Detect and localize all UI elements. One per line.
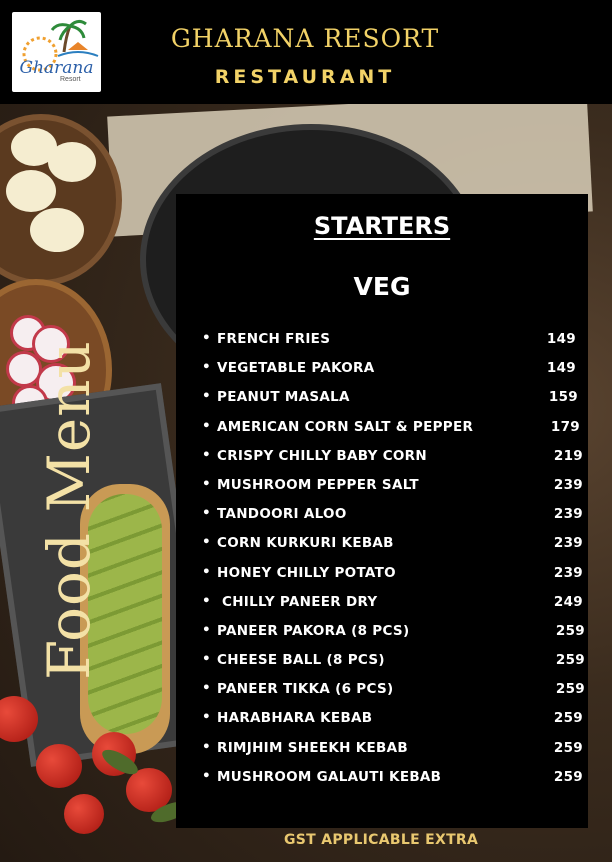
item-name: RIMJHIM SHEEKH KEBAB xyxy=(217,739,408,756)
logo-subtext: Resort xyxy=(60,76,81,83)
egg-bowl xyxy=(0,114,122,286)
palm-sun-logo-icon xyxy=(22,19,99,72)
item-name: PEANUT MASALA xyxy=(217,389,350,406)
egg xyxy=(30,208,84,252)
item-price: 239 xyxy=(553,564,583,581)
bullet-icon: • xyxy=(202,505,211,522)
item-name: HONEY CHILLY POTATO xyxy=(217,564,396,581)
menu-item: • CHEESE BALL (8 PCS) 259 xyxy=(176,650,588,679)
item-name: VEGETABLE PAKORA xyxy=(217,360,375,377)
item-price: 219 xyxy=(553,447,583,464)
item-price: 259 xyxy=(553,739,583,756)
menu-item: • MUSHROOM GALAUTI KEBAB 259 xyxy=(176,767,588,796)
food-menu-side-title: Food Menu xyxy=(35,340,103,680)
category-heading: VEG xyxy=(353,272,411,301)
bullet-icon: • xyxy=(202,563,211,580)
section-heading-text: STARTERS xyxy=(313,212,451,240)
bullet-icon: • xyxy=(202,709,211,726)
item-name: TANDOORI ALOO xyxy=(217,506,347,523)
bullet-icon: • xyxy=(202,592,211,609)
item-price: 149 xyxy=(546,360,576,377)
item-name: FRENCH FRIES xyxy=(217,331,331,347)
item-name: CORN KURKURI KEBAB xyxy=(217,535,394,552)
logo-wordmark: Gharana xyxy=(19,58,94,78)
item-name: CHEESE BALL (8 PCS) xyxy=(217,652,385,669)
item-name: HARABHARA KEBAB xyxy=(217,710,373,727)
item-name: MUSHROOM PEPPER SALT xyxy=(217,476,419,493)
bullet-icon: • xyxy=(202,359,211,376)
item-name: MUSHROOM GALAUTI KEBAB xyxy=(217,768,442,785)
menu-item: • VEGETABLE PAKORA 149 xyxy=(176,358,588,387)
menu-item: • HARABHARA KEBAB 259 xyxy=(176,708,588,737)
bullet-icon: • xyxy=(202,330,211,346)
item-name: AMERICAN CORN SALT & PEPPER xyxy=(217,418,474,435)
item-price: 259 xyxy=(555,622,585,639)
item-name: PANEER PAKORA (8 PCS) xyxy=(217,622,410,639)
section-heading: STARTERS xyxy=(176,212,588,240)
bullet-icon: • xyxy=(202,446,211,463)
item-price: 239 xyxy=(553,476,583,493)
resort-logo: Gharana Resort xyxy=(12,12,101,92)
item-name: PANEER TIKKA (6 PCS) xyxy=(217,681,394,698)
item-price: 259 xyxy=(555,681,585,698)
bullet-icon: • xyxy=(202,767,211,784)
header-bar: Gharana Resort GHARANA RESORT RESTAURANT xyxy=(0,0,612,104)
menu-item: • CORN KURKURI KEBAB 239 xyxy=(176,533,588,562)
bullet-icon: • xyxy=(202,475,211,492)
menu-item: • CRISPY CHILLY BABY CORN 219 xyxy=(176,446,588,475)
menu-item: • PANEER TIKKA (6 PCS) 259 xyxy=(176,679,588,708)
menu-item: • PANEER PAKORA (8 PCS) 259 xyxy=(176,621,588,650)
item-price: 179 xyxy=(550,418,580,435)
cherry-tomato xyxy=(64,794,104,834)
item-price: 259 xyxy=(553,768,583,785)
bullet-icon: • xyxy=(202,417,211,434)
cherry-tomato xyxy=(36,744,82,788)
egg xyxy=(6,170,56,212)
item-price: 249 xyxy=(553,593,583,610)
menu-item: • RIMJHIM SHEEKH KEBAB 259 xyxy=(176,738,588,767)
bullet-icon: • xyxy=(202,534,211,551)
item-price: 259 xyxy=(553,710,583,727)
menu-item: • AMERICAN CORN SALT & PEPPER 179 xyxy=(176,417,588,446)
item-name: CRISPY CHILLY BABY CORN xyxy=(217,447,427,464)
gst-note: GST APPLICABLE EXTRA xyxy=(284,832,479,848)
menu-item-list: • FRENCH FRIES 149 • VEGETABLE PAKORA 149 • P… xyxy=(176,329,588,796)
bullet-icon: • xyxy=(202,738,211,755)
bullet-icon: • xyxy=(202,621,211,638)
menu-item: • MUSHROOM PEPPER SALT 239 xyxy=(176,475,588,504)
bullet-icon: • xyxy=(202,651,211,668)
item-price: 259 xyxy=(555,652,585,669)
item-price: 239 xyxy=(553,506,583,523)
menu-item: • CHILLY PANEER DRY 249 xyxy=(176,592,588,621)
menu-panel: STARTERS VEG • FRENCH FRIES 149 • VEGETABLE… xyxy=(176,194,588,828)
menu-item: • HONEY CHILLY POTATO 239 xyxy=(176,563,588,592)
item-price: 159 xyxy=(548,389,578,406)
menu-item: • FRENCH FRIES 149 xyxy=(176,329,588,358)
resort-title: GHARANA RESORT xyxy=(170,24,440,53)
bullet-icon: • xyxy=(202,388,211,405)
restaurant-subtitle: RESTAURANT xyxy=(214,66,396,88)
item-price: 239 xyxy=(553,535,583,552)
menu-item: • TANDOORI ALOO 239 xyxy=(176,504,588,533)
bullet-icon: • xyxy=(202,680,211,697)
item-name: CHILLY PANEER DRY xyxy=(217,593,378,610)
egg xyxy=(48,142,96,182)
item-price: 149 xyxy=(546,331,576,347)
menu-item: • PEANUT MASALA 159 xyxy=(176,387,588,416)
